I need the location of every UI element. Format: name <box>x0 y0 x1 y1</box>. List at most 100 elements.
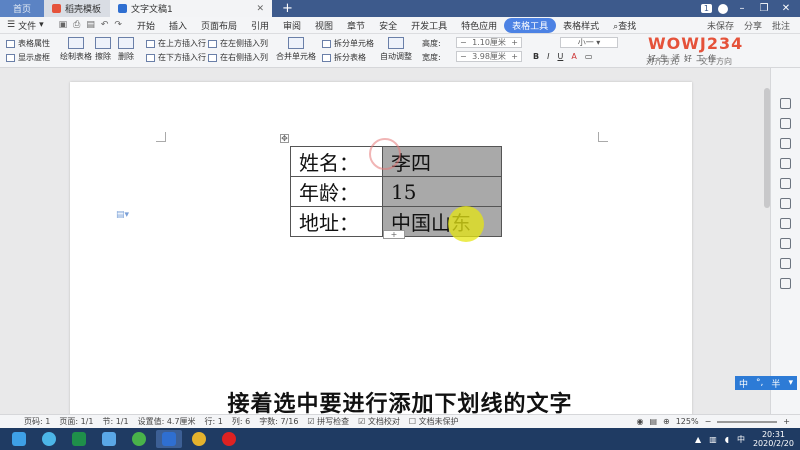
underline-icon[interactable]: U <box>557 52 563 61</box>
volume-icon[interactable]: ◖ <box>725 435 729 444</box>
split-table-button[interactable]: 拆分表格 <box>322 52 366 63</box>
ime-toolbar[interactable]: 中 °, 半 ▾ <box>735 376 797 390</box>
insert-row-below-button[interactable]: 在下方插入行 <box>146 52 206 63</box>
table-icon[interactable] <box>780 198 791 209</box>
status-word-count[interactable]: 字数: 7/16 <box>259 416 298 427</box>
tab-home[interactable]: 首页 <box>0 0 44 17</box>
close-window-icon[interactable]: ✕ <box>778 3 794 14</box>
zoom-slider[interactable] <box>717 420 778 423</box>
network-icon[interactable]: ▥ <box>709 435 717 444</box>
undo-icon[interactable]: ↶ <box>101 20 109 30</box>
insert-row-above-button[interactable]: 在上方插入行 <box>146 38 206 49</box>
menu-item-chapter[interactable]: 章节 <box>340 19 372 32</box>
height-stepper[interactable]: −1.10厘米 + <box>456 37 522 48</box>
plus-icon[interactable]: + <box>511 38 518 47</box>
table-cell-label[interactable]: 年龄： <box>290 176 383 207</box>
taskbar-wps[interactable] <box>156 430 182 448</box>
table-row[interactable]: 年龄： 15 <box>290 176 502 207</box>
minus-icon[interactable]: − <box>460 38 467 47</box>
proofread-button[interactable]: ☑ 文档校对 <box>358 416 400 427</box>
new-tab-button[interactable]: + <box>272 0 303 17</box>
minimize-icon[interactable]: – <box>734 3 750 14</box>
add-row-button[interactable]: + <box>383 230 405 239</box>
taskbar-excel[interactable] <box>66 430 92 448</box>
select-icon[interactable] <box>780 98 791 109</box>
tray-ime[interactable]: 中 <box>737 434 745 445</box>
menu-item-table-style[interactable]: 表格样式 <box>556 19 606 32</box>
delete-button[interactable]: 删除 <box>118 37 134 62</box>
save-icon[interactable]: ▣ <box>59 20 68 30</box>
document-page[interactable]: ▤▾ ✥ 姓名： 李四 年龄： 15 地址： 中国山东 + <box>70 82 692 422</box>
ime-punct-icon[interactable]: °, <box>756 378 763 388</box>
page-view-icon[interactable]: ▤ <box>649 417 657 426</box>
tab-document[interactable]: 文字文稿1 ✕ <box>110 0 272 17</box>
view-mode-icon[interactable]: ◉ <box>636 417 643 426</box>
insert-col-right-button[interactable]: 在右侧插入列 <box>208 52 268 63</box>
zoom-level[interactable]: 125% <box>676 417 699 426</box>
table-cell-label[interactable]: 地址： <box>290 206 383 237</box>
zoom-in-icon[interactable]: + <box>783 417 790 426</box>
search-button[interactable]: ⌕查找 <box>606 19 643 32</box>
tab-templates[interactable]: 稻壳模板 <box>44 0 110 17</box>
ime-language[interactable]: 中 <box>739 377 748 390</box>
close-tab-icon[interactable]: ✕ <box>256 4 264 14</box>
menu-item-features[interactable]: 特色应用 <box>454 19 504 32</box>
ime-width-mode[interactable]: 半 <box>771 377 780 390</box>
menu-item-references[interactable]: 引用 <box>244 19 276 32</box>
taskbar-chrome[interactable] <box>186 430 212 448</box>
backup-icon[interactable] <box>780 238 791 249</box>
width-stepper[interactable]: −3.98厘米 + <box>456 51 522 62</box>
draw-table-button[interactable]: 绘制表格 <box>60 37 92 62</box>
help-icon[interactable] <box>780 278 791 289</box>
protection-status[interactable]: ☐ 文档未保护 <box>409 416 459 427</box>
auto-fit-button[interactable]: 自动调整 <box>380 37 412 62</box>
maximize-icon[interactable]: ❐ <box>756 3 772 14</box>
clock[interactable]: 20:31 2020/2/20 <box>753 430 794 448</box>
menu-item-review[interactable]: 审阅 <box>276 19 308 32</box>
shading-icon[interactable]: ▭ <box>585 52 593 61</box>
file-menu[interactable]: ☰ 文件 ▾ <box>0 19 51 32</box>
avatar[interactable] <box>718 3 728 14</box>
table-cell-value[interactable]: 15 <box>382 176 502 207</box>
table-properties-button[interactable]: 表格属性 <box>6 38 50 49</box>
insert-col-left-button[interactable]: 在左侧插入列 <box>208 38 268 49</box>
share-icon[interactable] <box>780 258 791 269</box>
erase-button[interactable]: 擦除 <box>95 37 111 62</box>
taskbar-cloud[interactable] <box>96 430 122 448</box>
redo-icon[interactable]: ↷ <box>114 20 122 30</box>
pointer-icon[interactable] <box>780 118 791 129</box>
notification-badge[interactable]: 1 <box>700 4 712 13</box>
font-size-select[interactable]: 小一 ▾ <box>560 37 618 48</box>
bold-icon[interactable]: B <box>533 52 539 61</box>
menu-item-start[interactable]: 开始 <box>130 19 162 32</box>
show-dashed-button[interactable]: 显示虚框 <box>6 52 50 63</box>
start-button[interactable] <box>6 430 32 448</box>
menu-item-view[interactable]: 视图 <box>308 19 340 32</box>
menu-item-security[interactable]: 安全 <box>372 19 404 32</box>
italic-icon[interactable]: I <box>547 52 549 61</box>
save-status[interactable]: 未保存 <box>707 19 734 32</box>
taskbar-browser[interactable] <box>36 430 62 448</box>
share-button[interactable]: 分享 <box>744 19 762 32</box>
menu-item-table-tools[interactable]: 表格工具 <box>504 17 557 33</box>
web-view-icon[interactable]: ⊕ <box>663 417 670 426</box>
menu-item-developer[interactable]: 开发工具 <box>404 19 454 32</box>
ime-skin-icon[interactable]: ▾ <box>788 378 793 388</box>
plus-icon[interactable]: + <box>511 52 518 61</box>
preview-icon[interactable]: ▤ <box>86 20 95 30</box>
tray-expand-icon[interactable]: ▲ <box>695 435 701 444</box>
format-icon[interactable] <box>780 218 791 229</box>
comment-button[interactable]: 批注 <box>772 19 790 32</box>
font-color-icon[interactable]: A <box>571 52 576 61</box>
minus-icon[interactable]: − <box>460 52 467 61</box>
grid-icon[interactable] <box>780 178 791 189</box>
taskbar-recorder[interactable] <box>216 430 242 448</box>
menu-item-insert[interactable]: 插入 <box>162 19 194 32</box>
taskbar-360[interactable] <box>126 430 152 448</box>
spell-check-button[interactable]: ☑ 拼写检查 <box>307 416 349 427</box>
split-cells-button[interactable]: 拆分单元格 <box>322 38 374 49</box>
shape-icon[interactable] <box>780 158 791 169</box>
menu-item-page-layout[interactable]: 页面布局 <box>194 19 244 32</box>
table-move-handle[interactable]: ✥ <box>280 134 289 143</box>
merge-cells-button[interactable]: 合并单元格 <box>276 37 316 62</box>
